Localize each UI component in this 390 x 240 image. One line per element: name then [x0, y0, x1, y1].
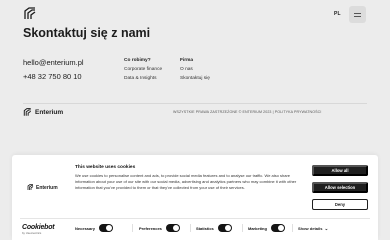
footer-brand[interactable]: Enterium [23, 108, 63, 117]
preferences-toggle-switch[interactable] [165, 224, 180, 232]
phone-link[interactable]: +48 32 750 80 10 [23, 72, 82, 81]
footer-link[interactable]: O nas [180, 67, 210, 72]
enterium-logo-icon [27, 184, 34, 190]
enterium-logo-icon[interactable] [23, 7, 37, 21]
cookie-banner: Enterium This website uses cookies We us… [12, 155, 378, 240]
cookie-divider [20, 218, 370, 219]
footer-link[interactable]: Corporate finance [124, 67, 162, 72]
marketing-toggle-switch[interactable] [270, 224, 285, 232]
footer-link[interactable]: Data & Insights [124, 76, 162, 81]
toggle-divider [242, 224, 243, 232]
footer-column-services: Co robimy? Corporate finance Data & Insi… [124, 58, 162, 85]
toggle-label: Preferences [139, 225, 162, 231]
cookiebot-logo[interactable]: Cookiebot by Usercentrics [22, 224, 55, 235]
allow-selection-button[interactable]: Allow selection [312, 182, 368, 193]
deny-button[interactable]: Deny [312, 199, 368, 210]
cookie-banner-brand: Enterium [27, 184, 58, 191]
column-heading: Firma [180, 58, 194, 63]
toggle-divider [292, 224, 293, 232]
hamburger-line [354, 15, 361, 17]
toggle-statistics: Statistics [196, 224, 232, 232]
toggle-label: Statistics [196, 225, 214, 231]
statistics-toggle-switch[interactable] [217, 224, 232, 232]
toggle-label: Necessary [75, 225, 96, 231]
cookie-title: This website uses cookies [75, 165, 136, 170]
toggle-divider [190, 224, 191, 232]
cookiebot-wordmark: Cookiebot [22, 224, 55, 231]
email-link[interactable]: hello@enterium.pl [23, 58, 84, 67]
menu-button[interactable] [349, 6, 366, 23]
language-switch[interactable]: PL [334, 11, 341, 17]
toggle-label: Marketing [248, 225, 267, 231]
brand-name: Enterium [36, 184, 58, 191]
hamburger-line [354, 12, 361, 14]
footer-column-company: Firma O nas Skontaktuj się [180, 58, 210, 85]
legal-text: WSZYSTKIE PRAWA ZASTRZEŻONE © ENTERIUM 2… [173, 110, 322, 114]
toggle-divider [132, 224, 133, 232]
toggle-marketing: Marketing [248, 224, 285, 232]
cookie-description: We use cookies to personalise content an… [75, 173, 297, 190]
show-details-link[interactable]: Show details ⌄ [298, 226, 328, 232]
enterium-logo-icon [23, 108, 32, 116]
details-label: Show details [298, 226, 323, 231]
allow-all-button[interactable]: Allow all [312, 165, 368, 176]
column-heading: Co robimy? [124, 58, 151, 63]
toggle-necessary: Necessary [75, 224, 114, 232]
necessary-toggle-switch[interactable] [99, 224, 114, 232]
brand-name: Enterium [35, 109, 64, 116]
contact-title: Skontaktuj się z nami [23, 26, 151, 40]
cookiebot-subtitle: by Usercentrics [22, 231, 42, 235]
chevron-down-icon: ⌄ [324, 226, 329, 231]
footer-divider [23, 103, 367, 104]
footer-link[interactable]: Skontaktuj się [180, 76, 210, 81]
toggle-preferences: Preferences [139, 224, 180, 232]
